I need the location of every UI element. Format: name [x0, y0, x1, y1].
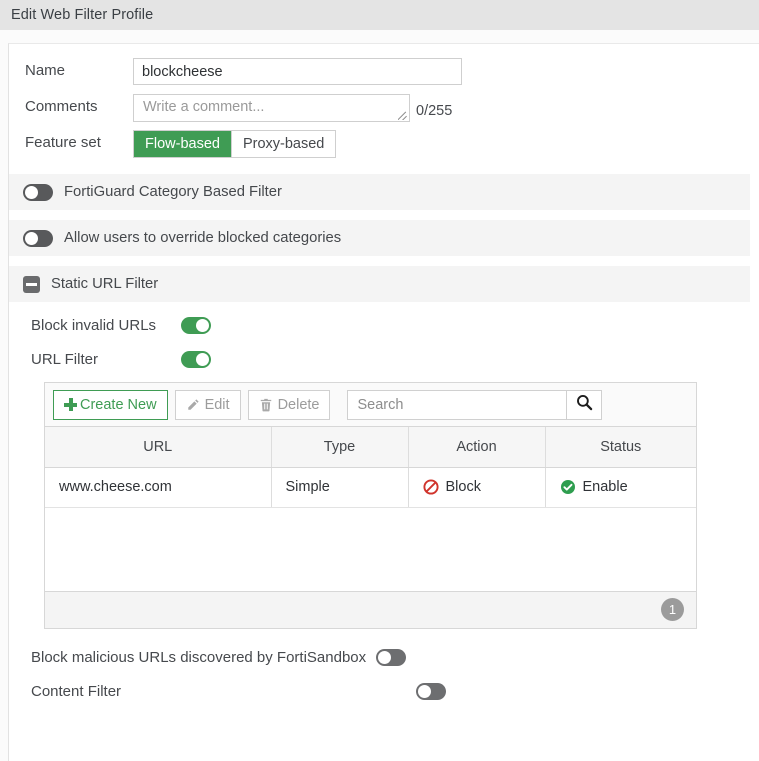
name-label: Name — [25, 58, 133, 79]
content-filter-row: Content Filter — [9, 675, 759, 709]
section-fortiguard-category-filter: FortiGuard Category Based Filter — [9, 174, 750, 210]
section-spacer — [9, 210, 759, 220]
create-new-label: Create New — [80, 397, 157, 413]
delete-label: Delete — [278, 397, 320, 413]
block-malicious-urls-row: Block malicious URLs discovered by Forti… — [9, 641, 759, 675]
content-filter-toggle[interactable] — [416, 683, 446, 700]
toggle-knob — [378, 651, 391, 664]
plus-icon — [64, 398, 77, 411]
minus-square-icon[interactable] — [23, 276, 40, 293]
url-filter-table-widget: Create New Edit — [44, 382, 697, 629]
bottom-options: Block malicious URLs discovered by Forti… — [9, 641, 759, 709]
edit-web-filter-profile-screen: Edit Web Filter Profile Name Comments Wr… — [0, 0, 759, 761]
feature-set-option-flow-based[interactable]: Flow-based — [134, 131, 231, 157]
section-allow-override: Allow users to override blocked categori… — [9, 220, 750, 256]
table-empty-area — [45, 508, 696, 592]
block-malicious-urls-label: Block malicious URLs discovered by Forti… — [31, 649, 366, 666]
create-new-button[interactable]: Create New — [53, 390, 168, 420]
fortiguard-category-filter-label: FortiGuard Category Based Filter — [64, 184, 282, 200]
feature-set-option-proxy-based[interactable]: Proxy-based — [231, 131, 335, 157]
column-header-action[interactable]: Action — [408, 427, 545, 467]
allow-override-label: Allow users to override blocked categori… — [64, 230, 341, 246]
block-circle-icon — [423, 479, 439, 495]
row-count-badge: 1 — [661, 598, 684, 621]
url-filter-table: URL Type Action Status www.cheese.com Si… — [45, 427, 696, 508]
url-filter-label: URL Filter — [31, 351, 181, 368]
delete-button[interactable]: Delete — [248, 390, 331, 420]
edit-button[interactable]: Edit — [175, 390, 241, 420]
search-button[interactable] — [566, 390, 602, 420]
toggle-knob — [196, 353, 209, 366]
profile-form: Name Comments Write a comment... 0/255 F… — [9, 44, 759, 174]
cell-action: Block — [408, 467, 545, 507]
fortiguard-category-filter-toggle[interactable] — [23, 184, 53, 201]
search-icon — [576, 394, 593, 416]
allow-override-toggle[interactable] — [23, 230, 53, 247]
trash-icon — [259, 398, 273, 412]
toggle-knob — [25, 232, 38, 245]
column-header-status[interactable]: Status — [545, 427, 696, 467]
cell-type: Simple — [271, 467, 408, 507]
window-titlebar: Edit Web Filter Profile — [0, 0, 759, 30]
content-filter-label: Content Filter — [31, 683, 416, 700]
feature-set-row: Feature set Flow-based Proxy-based — [9, 130, 759, 158]
check-circle-icon — [560, 479, 576, 495]
name-row: Name — [9, 58, 759, 86]
comments-placeholder: Write a comment... — [143, 99, 264, 115]
feature-set-segmented-control: Flow-based Proxy-based — [133, 130, 336, 158]
toggle-knob — [418, 685, 431, 698]
comments-wrap: Write a comment... 0/255 — [133, 94, 452, 122]
profile-panel: Name Comments Write a comment... 0/255 F… — [8, 43, 759, 761]
search-input[interactable] — [347, 390, 566, 420]
pencil-icon — [186, 398, 200, 412]
block-invalid-urls-label: Block invalid URLs — [31, 317, 181, 334]
comments-counter: 0/255 — [416, 103, 452, 122]
static-url-filter-label: Static URL Filter — [51, 276, 158, 292]
toggle-knob — [25, 186, 38, 199]
resize-grip-icon[interactable] — [398, 110, 408, 120]
table-header-row: URL Type Action Status — [45, 427, 696, 467]
page-title: Edit Web Filter Profile — [11, 7, 153, 23]
cell-status-label: Enable — [583, 479, 628, 495]
block-malicious-urls-toggle[interactable] — [376, 649, 406, 666]
column-header-url[interactable]: URL — [45, 427, 271, 467]
toggle-knob — [196, 319, 209, 332]
block-invalid-urls-row: Block invalid URLs — [9, 308, 759, 342]
section-static-url-filter: Static URL Filter — [9, 266, 750, 302]
comments-label: Comments — [25, 94, 133, 115]
cell-action-label: Block — [446, 479, 481, 495]
section-spacer — [9, 256, 759, 266]
table-row[interactable]: www.cheese.com Simple Block — [45, 467, 696, 507]
search-group — [347, 390, 602, 420]
cell-status: Enable — [545, 467, 696, 507]
comments-input[interactable]: Write a comment... — [133, 94, 410, 122]
edit-label: Edit — [205, 397, 230, 413]
table-footer: 1 — [45, 592, 696, 628]
feature-set-label: Feature set — [25, 130, 133, 151]
url-filter-row: URL Filter — [9, 342, 759, 376]
comments-row: Comments Write a comment... 0/255 — [9, 94, 759, 122]
table-toolbar: Create New Edit — [45, 383, 696, 427]
column-header-type[interactable]: Type — [271, 427, 408, 467]
titlebar-spacer — [0, 30, 759, 43]
name-input[interactable] — [133, 58, 462, 85]
block-invalid-urls-toggle[interactable] — [181, 317, 211, 334]
cell-url: www.cheese.com — [45, 467, 271, 507]
url-filter-toggle[interactable] — [181, 351, 211, 368]
